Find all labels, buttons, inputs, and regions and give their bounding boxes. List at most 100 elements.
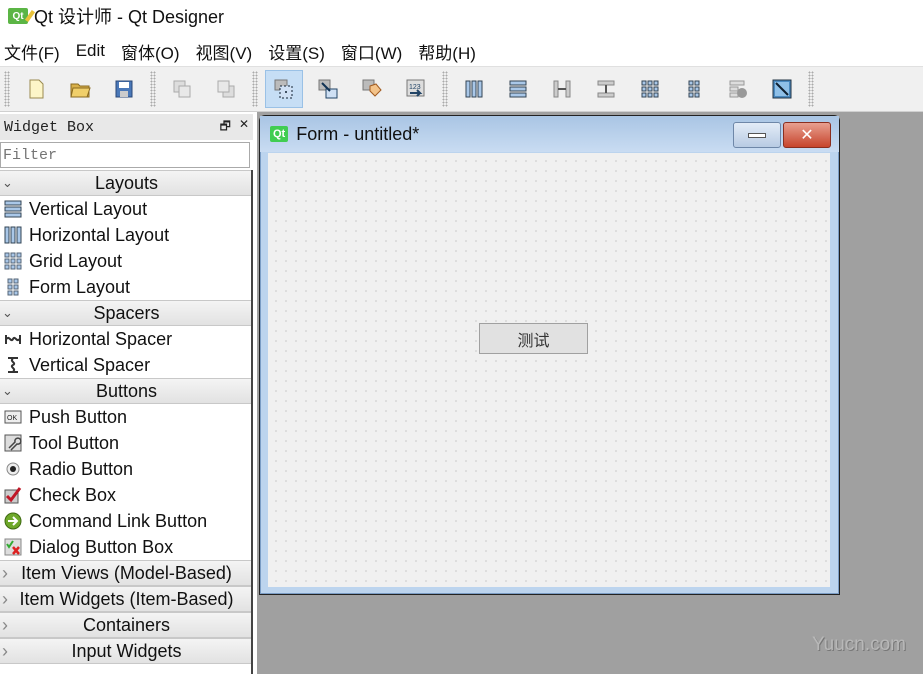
check-box-icon: [3, 486, 23, 504]
minimize-button[interactable]: [733, 122, 781, 148]
title-bar: Qt Qt 设计师 - Qt Designer: [0, 0, 923, 32]
widget-item-vertical-layout[interactable]: Vertical Layout: [0, 196, 253, 222]
minimize-icon: [748, 132, 766, 138]
category-layouts[interactable]: ⌄ Layouts: [0, 170, 253, 196]
category-label: Spacers: [93, 302, 160, 323]
chevron-down-icon: ⌄: [2, 175, 13, 190]
bring-to-front-icon: [173, 80, 191, 98]
edit-tab-order-button[interactable]: 123: [397, 70, 435, 108]
layout-horizontal-button[interactable]: [455, 70, 493, 108]
chevron-right-icon: ›: [2, 562, 8, 583]
category-spacers[interactable]: ⌄ Spacers: [0, 300, 253, 326]
layout-grid-button[interactable]: [631, 70, 669, 108]
close-icon[interactable]: ✕: [239, 117, 249, 138]
toolbar-grip[interactable]: [808, 71, 814, 107]
send-to-back-icon: [217, 80, 235, 98]
widget-item-horizontal-spacer[interactable]: Horizontal Spacer: [0, 326, 253, 352]
float-icon[interactable]: 🗗: [220, 117, 231, 138]
open-file-button[interactable]: [61, 70, 99, 108]
svg-text:OK: OK: [7, 415, 17, 422]
form-title-bar[interactable]: Qt Form - untitled* ✕: [260, 116, 839, 152]
edit-tab-order-icon: 123: [406, 79, 425, 97]
toolbar-grip[interactable]: [4, 71, 10, 107]
widget-item-form-layout[interactable]: Form Layout: [0, 274, 253, 300]
qt-icon: Qt: [270, 126, 289, 142]
window-title: Qt 设计师 - Qt Designer: [34, 7, 225, 27]
form-canvas[interactable]: 测试: [268, 153, 830, 587]
widget-item-label: Vertical Spacer: [29, 354, 151, 375]
toolbar-grip[interactable]: [442, 71, 448, 107]
bring-to-front-button[interactable]: [163, 70, 201, 108]
category-label: Input Widgets: [71, 640, 182, 661]
layout-v-splitter-button[interactable]: [587, 70, 625, 108]
push-button-icon: OK: [3, 408, 23, 426]
test-push-button[interactable]: 测试: [479, 323, 588, 354]
toolbar-grip[interactable]: [252, 71, 258, 107]
break-layout-icon: [729, 80, 747, 98]
adjust-size-icon: [772, 79, 792, 99]
toolbar-grip[interactable]: [150, 71, 156, 107]
widget-item-dialog-button-box[interactable]: Dialog Button Box: [0, 534, 253, 560]
new-file-button[interactable]: [17, 70, 55, 108]
widget-box-title: Widget Box: [4, 118, 95, 136]
menu-window[interactable]: 窗口(W): [341, 39, 402, 64]
grid-layout-icon: [3, 252, 23, 270]
save-button[interactable]: [105, 70, 143, 108]
edit-buddies-button[interactable]: [353, 70, 391, 108]
menu-settings[interactable]: 设置(S): [268, 39, 325, 64]
category-label: Buttons: [95, 380, 158, 401]
widget-item-grid-layout[interactable]: Grid Layout: [0, 248, 253, 274]
widget-item-label: Check Box: [29, 484, 117, 505]
widget-item-radio-button[interactable]: Radio Button: [0, 456, 253, 482]
category-label: Layouts: [94, 172, 159, 193]
widget-item-label: Vertical Layout: [29, 198, 148, 219]
dialog-button-box-icon: [3, 538, 23, 556]
widget-item-horizontal-layout[interactable]: Horizontal Layout: [0, 222, 253, 248]
dock-divider[interactable]: [251, 170, 253, 674]
toolbar: 123: [0, 66, 923, 112]
category-input-widgets[interactable]: › Input Widgets: [0, 638, 253, 664]
edit-widgets-icon: [274, 79, 293, 99]
category-buttons[interactable]: ⌄ Buttons: [0, 378, 253, 404]
menu-help[interactable]: 帮助(H): [418, 39, 476, 64]
chevron-right-icon: ›: [2, 640, 8, 661]
menu-edit[interactable]: Edit: [76, 41, 105, 61]
widget-item-vertical-spacer[interactable]: Vertical Spacer: [0, 352, 253, 378]
layout-form-icon: [688, 80, 700, 98]
edit-widgets-button[interactable]: [265, 70, 303, 108]
close-button[interactable]: ✕: [783, 122, 831, 148]
adjust-size-button[interactable]: [763, 70, 801, 108]
new-file-icon: [29, 79, 44, 99]
widget-box-title-bar: Widget Box 🗗 ✕: [0, 114, 253, 140]
widget-item-tool-button[interactable]: Tool Button: [0, 430, 253, 456]
widget-item-push-button[interactable]: OK Push Button: [0, 404, 253, 430]
layout-h-splitter-button[interactable]: [543, 70, 581, 108]
chevron-down-icon: ⌄: [2, 383, 13, 398]
chevron-right-icon: ›: [2, 588, 8, 609]
category-item-views-model-based[interactable]: › Item Views (Model-Based): [0, 560, 253, 586]
category-containers[interactable]: › Containers: [0, 612, 253, 638]
widget-item-command-link-button[interactable]: Command Link Button: [0, 508, 253, 534]
menu-file[interactable]: 文件(F): [4, 39, 60, 64]
layout-vertical-button[interactable]: [499, 70, 537, 108]
close-icon: ✕: [800, 127, 814, 144]
filter-input[interactable]: [0, 142, 250, 168]
edit-signals-slots-icon: [318, 79, 338, 99]
form-window: Qt Form - untitled* ✕ 测试: [259, 115, 840, 595]
tool-button-icon: [3, 434, 23, 452]
layout-form-button[interactable]: [675, 70, 713, 108]
break-layout-button[interactable]: [719, 70, 757, 108]
menu-view[interactable]: 视图(V): [196, 39, 253, 64]
widget-box-dock: Widget Box 🗗 ✕ ⌄ Layouts Vertical Layout Ho…: [0, 114, 253, 674]
svg-text:123: 123: [409, 84, 421, 91]
edit-signals-slots-button[interactable]: [309, 70, 347, 108]
send-to-back-button[interactable]: [207, 70, 245, 108]
widget-item-check-box[interactable]: Check Box: [0, 482, 253, 508]
category-label: Containers: [82, 614, 171, 635]
widget-categories: ⌄ Layouts Vertical Layout Horizontal Layout…: [0, 170, 253, 664]
category-item-widgets-item-based[interactable]: › Item Widgets (Item-Based): [0, 586, 253, 612]
widget-item-label: Command Link Button: [29, 510, 208, 531]
vertical-layout-icon: [3, 200, 23, 218]
menu-form[interactable]: 窗体(O): [121, 39, 180, 64]
layout-grid-icon: [641, 80, 659, 98]
